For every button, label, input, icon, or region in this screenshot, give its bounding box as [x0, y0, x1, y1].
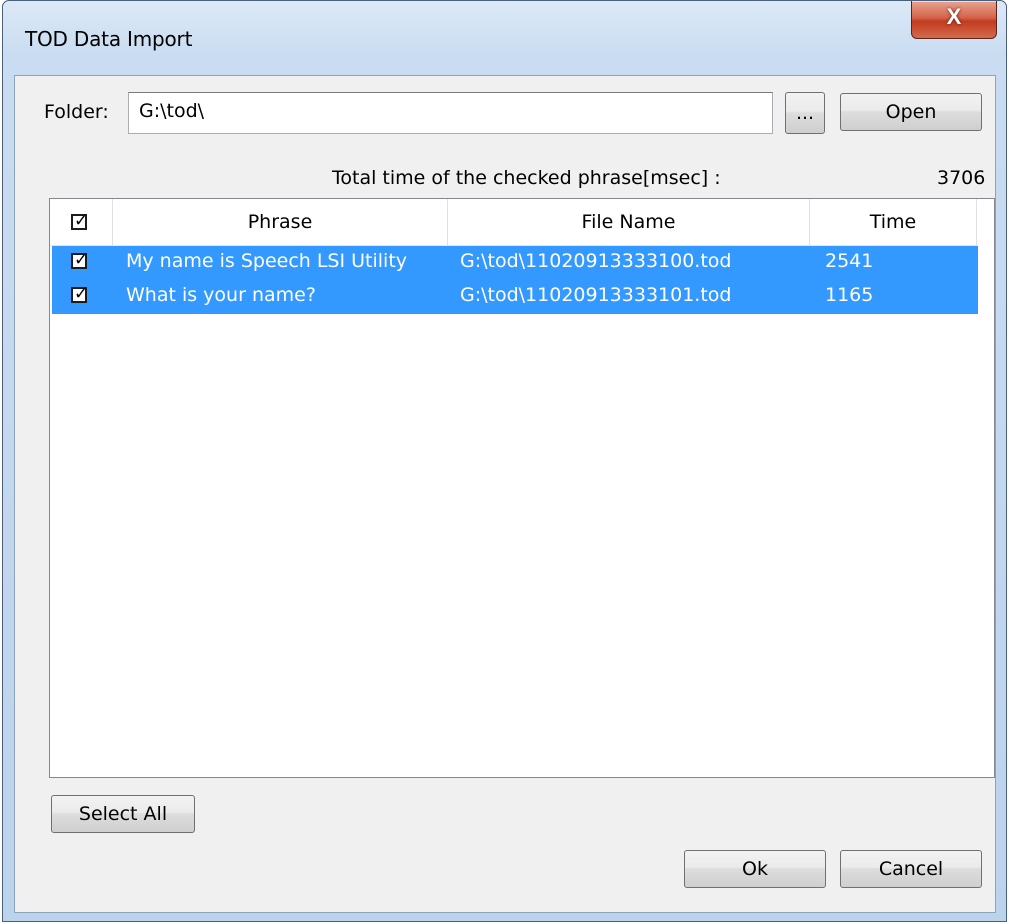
- list-header: ✓ Phrase File Name Time: [50, 199, 978, 246]
- folder-label: Folder:: [44, 101, 109, 123]
- close-icon: X: [946, 4, 962, 29]
- dialog-content: Folder: G:\tod\ ... Open Total time of t…: [14, 75, 996, 913]
- total-time-label: Total time of the checked phrase[msec] :: [332, 167, 721, 189]
- checkbox-icon: ✓: [74, 250, 89, 270]
- cancel-button[interactable]: Cancel: [840, 850, 982, 888]
- ok-button[interactable]: Ok: [684, 850, 826, 888]
- dialog-window: TOD Data Import X Folder: G:\tod\ ... Op…: [2, 0, 1007, 922]
- file-name-cell: G:\tod\11020913333101.tod: [460, 284, 732, 306]
- column-header-time[interactable]: Time: [810, 199, 976, 245]
- checkbox-icon: ✓: [74, 284, 89, 304]
- time-cell: 1165: [825, 284, 874, 306]
- table-row[interactable]: ✓ What is your name? G:\tod\110209133331…: [52, 280, 978, 314]
- cancel-button-label: Cancel: [878, 858, 944, 880]
- title-bar[interactable]: TOD Data Import X: [3, 1, 1006, 75]
- row-checkbox[interactable]: ✓: [71, 284, 89, 304]
- header-checkbox-cell[interactable]: ✓: [50, 199, 112, 245]
- file-name-cell: G:\tod\11020913333100.tod: [460, 250, 732, 272]
- column-header-file-name[interactable]: File Name: [448, 199, 809, 245]
- total-time-value: 3706: [937, 167, 986, 189]
- phrase-cell: My name is Speech LSI Utility: [126, 250, 408, 272]
- header-divider[interactable]: [976, 199, 977, 245]
- header-checkbox[interactable]: ✓: [71, 211, 89, 231]
- browse-button-label: ...: [795, 102, 815, 124]
- close-button[interactable]: X: [911, 1, 997, 39]
- ok-button-label: Ok: [742, 858, 768, 880]
- time-cell: 2541: [825, 250, 874, 272]
- folder-input[interactable]: G:\tod\: [128, 92, 773, 134]
- open-button[interactable]: Open: [840, 93, 982, 131]
- column-header-phrase[interactable]: Phrase: [113, 199, 447, 245]
- phrase-list[interactable]: ✓ Phrase File Name Time ✓ My name is Spe…: [49, 198, 995, 778]
- window-title: TOD Data Import: [25, 27, 193, 51]
- open-button-label: Open: [885, 101, 937, 123]
- table-row[interactable]: ✓ My name is Speech LSI Utility G:\tod\1…: [52, 246, 978, 280]
- select-all-button[interactable]: Select All: [51, 795, 195, 833]
- select-all-label: Select All: [78, 803, 168, 825]
- phrase-cell: What is your name?: [126, 284, 316, 306]
- row-checkbox[interactable]: ✓: [71, 250, 89, 270]
- browse-button[interactable]: ...: [785, 92, 825, 134]
- checkbox-icon: ✓: [74, 211, 89, 231]
